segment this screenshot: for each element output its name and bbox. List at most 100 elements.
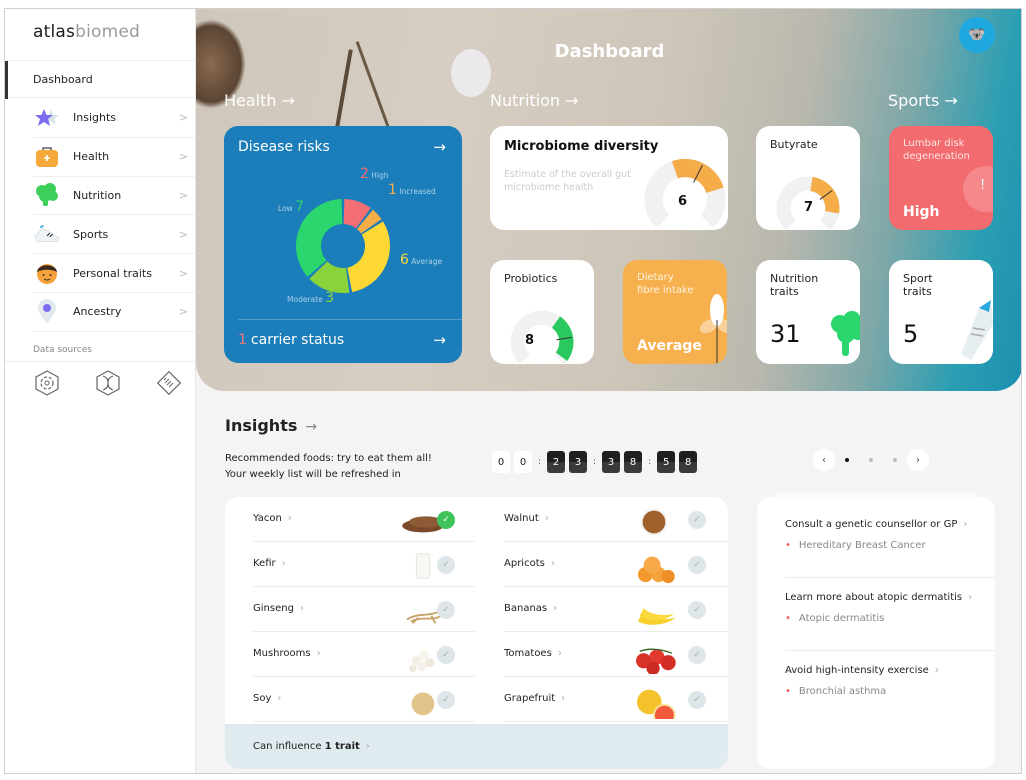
bullet-icon: •: [785, 540, 791, 551]
card-title: Dietary fibre intake: [637, 272, 694, 296]
food-item[interactable]: Ginseng › ✓: [253, 587, 475, 632]
food-name-link[interactable]: Apricots ›: [504, 558, 555, 569]
dietary-fibre-card[interactable]: Dietary fibre intake Average: [623, 260, 727, 364]
grapefruit-image: [637, 689, 676, 719]
nutrition-traits-card[interactable]: Nutrition traits 31: [756, 260, 860, 364]
microbiome-diversity-card[interactable]: Microbiome diversity Estimate of the ove…: [490, 126, 728, 230]
food-item[interactable]: Soy › ✓: [253, 677, 475, 722]
food-item[interactable]: Walnut › ✓: [504, 497, 728, 542]
avatar[interactable]: 🐨: [959, 17, 995, 53]
eaten-checkbox[interactable]: ✓: [437, 511, 455, 529]
food-item[interactable]: Kefir › ✓: [253, 542, 475, 587]
food-name-link[interactable]: Kefir ›: [253, 558, 286, 569]
food-name-link[interactable]: Yacon ›: [253, 513, 292, 524]
food-name: Walnut: [504, 513, 539, 524]
chevron-right-icon: ›: [281, 558, 286, 569]
probiotics-card[interactable]: Probiotics 8: [490, 260, 594, 364]
section-title: Insights: [225, 416, 298, 435]
report-icon[interactable]: [155, 369, 183, 397]
food-name: Soy: [253, 693, 272, 704]
butyrate-card[interactable]: Butyrate 7: [756, 126, 860, 230]
food-item[interactable]: Grapefruit › ✓: [504, 677, 728, 722]
food-name-link[interactable]: Ginseng ›: [253, 603, 304, 614]
logo[interactable]: atlasbiomed: [33, 22, 140, 42]
sidebar-item-personal-traits[interactable]: Personal traits >: [33, 254, 196, 293]
arrow-right-icon[interactable]: →: [433, 138, 446, 156]
pager-dot[interactable]: [893, 458, 897, 462]
food-item[interactable]: Bananas › ✓: [504, 587, 728, 632]
divider: [238, 319, 462, 320]
gauge-value: 6: [678, 194, 688, 209]
eaten-checkbox[interactable]: ✓: [688, 556, 706, 574]
sidebar-item-dashboard[interactable]: Dashboard: [5, 60, 196, 99]
divider: [785, 650, 995, 651]
koala-icon: 🐨: [968, 27, 986, 43]
eaten-checkbox[interactable]: ✓: [437, 691, 455, 709]
timer-digit: 2: [547, 451, 566, 473]
food-name-link[interactable]: Bananas ›: [504, 603, 557, 614]
eaten-checkbox[interactable]: ✓: [688, 601, 706, 619]
influence-text: Can influence: [253, 741, 325, 752]
walnut-image: [640, 508, 668, 536]
eaten-checkbox[interactable]: ✓: [688, 646, 706, 664]
food-name-link[interactable]: Grapefruit ›: [504, 693, 565, 704]
timer-digit: 8: [624, 451, 643, 473]
carrier-count: 1: [238, 332, 247, 348]
timer-separator: :: [538, 457, 542, 467]
next-button[interactable]: ›: [907, 449, 929, 471]
pager-dot[interactable]: [869, 458, 873, 462]
recommendation-item[interactable]: Learn more about atopic dermatitis › • Ato…: [785, 592, 995, 624]
face-icon: [33, 261, 61, 285]
eaten-checkbox[interactable]: ✓: [688, 511, 706, 529]
sidebar-item-insights[interactable]: Insights >: [33, 99, 196, 138]
bullet-icon: •: [785, 686, 791, 697]
influence-traits-link[interactable]: Can influence 1 trait ›: [225, 724, 728, 769]
arrow-right-icon[interactable]: →: [433, 331, 446, 349]
card-title: Butyrate: [770, 138, 818, 151]
location-pin-icon: [33, 298, 61, 324]
food-item[interactable]: Tomatoes › ✓: [504, 632, 728, 677]
insights-heading[interactable]: Insights →: [225, 416, 317, 435]
eaten-checkbox[interactable]: ✓: [437, 556, 455, 574]
food-name: Tomatoes: [504, 648, 552, 659]
sidebar-item-health[interactable]: Health >: [33, 138, 196, 177]
prev-button[interactable]: ‹: [813, 449, 835, 471]
timer-digit: 5: [657, 451, 676, 473]
sport-traits-card[interactable]: Sport traits 5: [889, 260, 993, 364]
health-section-link[interactable]: Health →: [224, 91, 295, 110]
chevron-right-icon: >: [178, 305, 188, 319]
eaten-checkbox[interactable]: ✓: [688, 691, 706, 709]
card-title: Probiotics: [504, 272, 558, 285]
sports-section-link[interactable]: Sports →: [888, 91, 958, 110]
sidebar-item-ancestry[interactable]: Ancestry >: [33, 293, 196, 332]
recommendation-item[interactable]: Avoid high-intensity exercise › • Bronchia…: [785, 665, 995, 697]
pager-dot[interactable]: [845, 458, 849, 462]
chevron-right-icon: ›: [277, 693, 282, 704]
lumbar-disk-card[interactable]: Lumbar disk degeneration ! High: [889, 126, 993, 230]
app-window: atlasbiomed Dashboard Insights > Health …: [4, 8, 1022, 774]
data-sources: [33, 369, 183, 397]
recommendation-title: Learn more about atopic dermatitis: [785, 592, 963, 603]
food-item[interactable]: Yacon › ✓: [253, 497, 475, 542]
food-name-link[interactable]: Mushrooms ›: [253, 648, 321, 659]
food-name-link[interactable]: Soy ›: [253, 693, 281, 704]
timer-digit: 0: [514, 451, 532, 473]
food-name-link[interactable]: Tomatoes ›: [504, 648, 562, 659]
eaten-checkbox[interactable]: ✓: [437, 601, 455, 619]
chevron-right-icon: ›: [553, 603, 558, 614]
food-name-link[interactable]: Walnut ›: [504, 513, 549, 524]
recommendation-item[interactable]: Consult a genetic counsellor or GP › • Her…: [785, 519, 995, 551]
food-item[interactable]: Mushrooms › ✓: [253, 632, 475, 677]
star-icon: [33, 106, 61, 130]
food-name: Apricots: [504, 558, 545, 569]
sidebar-item-sports[interactable]: Sports >: [33, 215, 196, 255]
eaten-checkbox[interactable]: ✓: [437, 646, 455, 664]
disease-risks-card[interactable]: Disease risks → 2 High 1 Increased 6 Avera…: [224, 126, 462, 363]
sidebar-item-nutrition[interactable]: Nutrition >: [33, 177, 196, 216]
microbiome-test-icon[interactable]: [33, 369, 61, 397]
nutrition-section-link[interactable]: Nutrition →: [490, 91, 579, 110]
carrier-status-link[interactable]: 1 carrier status: [238, 332, 344, 348]
recommendation-title: Avoid high-intensity exercise: [785, 665, 929, 676]
dna-test-icon[interactable]: [94, 369, 122, 397]
food-item[interactable]: Apricots › ✓: [504, 542, 728, 587]
